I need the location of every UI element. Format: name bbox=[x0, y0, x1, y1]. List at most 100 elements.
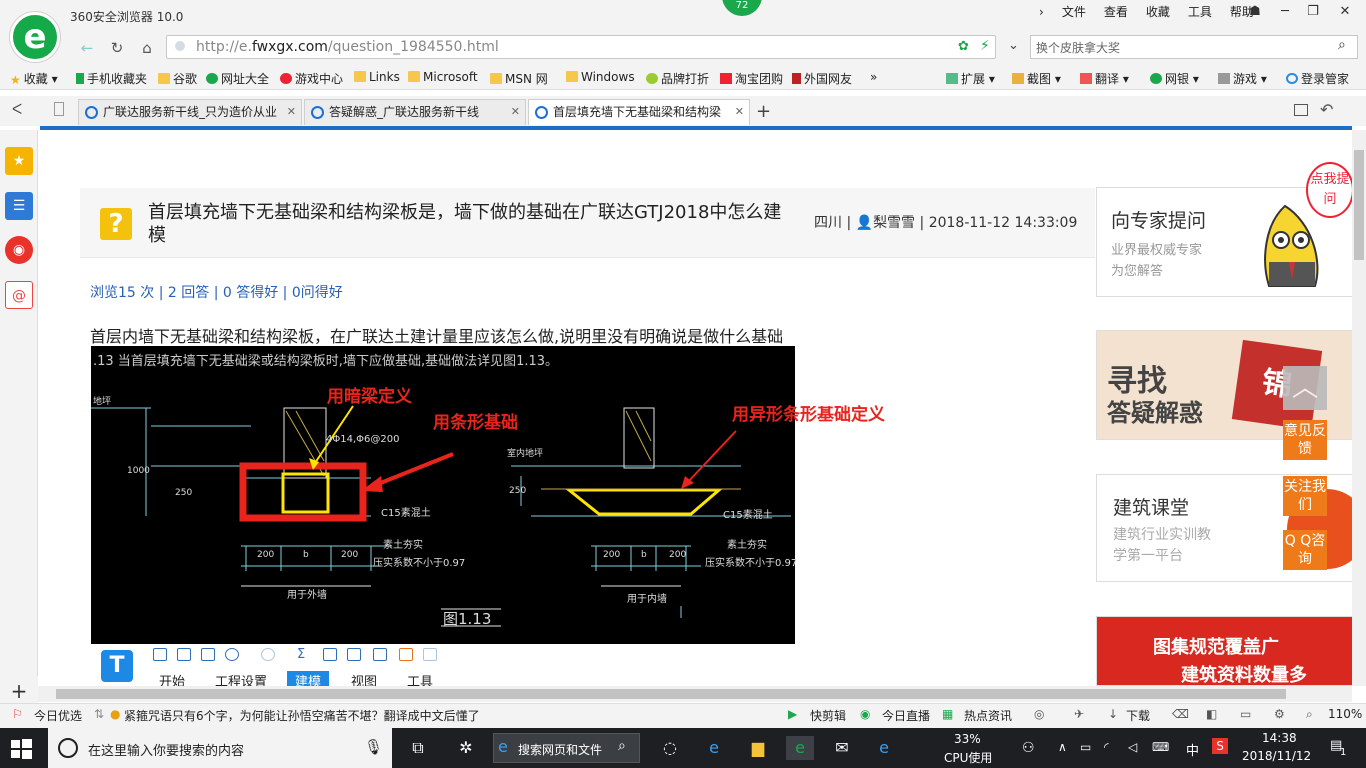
news-headline[interactable]: 紧箍咒语只有6个字，为何能让孙悟空痛苦不堪？翻译成中文后懂了 bbox=[124, 707, 480, 724]
menu-tools[interactable]: 工具 bbox=[1179, 3, 1221, 21]
tab-close-icon[interactable]: ✕ bbox=[735, 100, 744, 124]
menu-chevron-icon[interactable]: › bbox=[1030, 3, 1053, 21]
sound-icon[interactable]: ◧ bbox=[1206, 707, 1217, 721]
download-label[interactable]: 下载 bbox=[1126, 707, 1150, 724]
games-button[interactable]: 游戏 ▾ bbox=[1218, 70, 1267, 87]
sidebar-add-icon[interactable]: + bbox=[0, 676, 38, 706]
battery-icon[interactable]: ▭ bbox=[1080, 740, 1091, 754]
zoom-icon[interactable]: ⌕ bbox=[1306, 707, 1313, 722]
people-icon[interactable]: ⚇ bbox=[1022, 740, 1035, 756]
360-browser-taskbar-icon[interactable]: e bbox=[786, 736, 814, 760]
url-text[interactable]: http://e.fwxgx.com/question_1984550.html bbox=[196, 39, 499, 55]
web-search-icon[interactable]: ⌕ bbox=[618, 738, 626, 754]
weibo-icon[interactable]: ◉ bbox=[5, 236, 33, 264]
dropdown-chevron-icon[interactable]: ⌄ bbox=[1008, 38, 1019, 53]
bookmark-foreign[interactable]: 外国网友 bbox=[792, 70, 852, 87]
sogou-icon[interactable]: S bbox=[1212, 738, 1228, 754]
restore-tabs-icon[interactable] bbox=[1294, 104, 1308, 116]
speed-icon[interactable]: ◎ bbox=[1034, 707, 1044, 721]
secure-icon[interactable]: ✿ bbox=[958, 39, 969, 54]
task-view-icon[interactable]: ⧉ bbox=[404, 736, 432, 760]
mail-taskbar-icon[interactable]: ✉ bbox=[828, 736, 856, 760]
qq-consult-button[interactable]: Q Q咨询 bbox=[1283, 530, 1327, 570]
window-icon[interactable]: ▭ bbox=[1240, 707, 1251, 721]
clock-time[interactable]: 14:38 bbox=[1262, 731, 1297, 745]
login-manager-button[interactable]: 登录管家 bbox=[1286, 70, 1349, 87]
question-region[interactable]: 四川 bbox=[814, 215, 842, 231]
tab-1[interactable]: 广联达服务新干线_只为造价从业 ✕ bbox=[78, 99, 302, 125]
microphone-icon[interactable]: 🎙 bbox=[364, 738, 383, 756]
tab-list-icon[interactable] bbox=[54, 102, 64, 116]
app-spiral-icon[interactable]: ◌ bbox=[656, 736, 684, 760]
follow-us-button[interactable]: 关注我们 bbox=[1283, 476, 1327, 516]
ie-taskbar-icon[interactable]: e bbox=[700, 736, 728, 760]
quick-edit-label[interactable]: 快剪辑 bbox=[810, 707, 846, 724]
reading-list-icon[interactable]: ☰ bbox=[5, 192, 33, 220]
bookmark-hao[interactable]: 网址大全 bbox=[206, 70, 269, 87]
mail-icon[interactable]: @ bbox=[5, 281, 33, 309]
new-tab-icon[interactable]: + bbox=[756, 101, 771, 122]
search-icon[interactable]: ⌕ bbox=[1338, 37, 1346, 53]
wifi-icon[interactable]: ◜ bbox=[1104, 740, 1109, 754]
menu-favorites[interactable]: 收藏 bbox=[1137, 3, 1179, 21]
tray-up-icon[interactable]: ∧ bbox=[1058, 740, 1067, 754]
bookmark-windows[interactable]: Windows bbox=[566, 70, 635, 84]
bookmark-brand[interactable]: 品牌打折 bbox=[646, 70, 709, 87]
undo-close-icon[interactable]: ↶ bbox=[1320, 100, 1333, 119]
bookmark-msn[interactable]: MSN 网 bbox=[490, 70, 548, 87]
atlas-banner[interactable]: 图集规范覆盖广 建筑资料数量多 bbox=[1096, 616, 1352, 686]
live-label[interactable]: 今日直播 bbox=[882, 707, 930, 724]
keyboard-icon[interactable]: ⌨ bbox=[1152, 740, 1169, 754]
pinwheel-icon[interactable]: ✲ bbox=[452, 736, 480, 760]
bookmark-taobao[interactable]: 淘宝团购 bbox=[720, 70, 783, 87]
windows-start-icon[interactable] bbox=[8, 736, 34, 762]
screenshot-button[interactable]: 截图 ▾ bbox=[1012, 70, 1061, 87]
news-arrows-icon[interactable]: ⇅ bbox=[94, 707, 104, 721]
bookmark-microsoft[interactable]: Microsoft bbox=[408, 70, 478, 84]
tab-close-icon[interactable]: ✕ bbox=[287, 100, 296, 124]
favorites-star-icon[interactable]: ★ bbox=[5, 147, 33, 175]
cpu-label[interactable]: CPU使用 bbox=[944, 749, 992, 766]
menu-file[interactable]: 文件 bbox=[1053, 3, 1095, 21]
tab-2[interactable]: 答疑解惑_广联达服务新干线 ✕ bbox=[304, 99, 526, 125]
translate-button[interactable]: 翻译 ▾ bbox=[1080, 70, 1129, 87]
vertical-scroll-thumb[interactable] bbox=[1354, 150, 1364, 260]
clock-date[interactable]: 2018/11/12 bbox=[1242, 749, 1311, 763]
feedback-button[interactable]: 意见反馈 bbox=[1283, 420, 1327, 460]
question-author[interactable]: 梨雪雪 bbox=[873, 215, 915, 231]
close-button[interactable]: ✕ bbox=[1330, 0, 1360, 24]
browser-logo-icon[interactable]: e bbox=[10, 12, 60, 62]
site-info-icon[interactable] bbox=[175, 41, 185, 51]
back-icon[interactable]: ← bbox=[74, 37, 100, 59]
bookmark-favorites[interactable]: ★ 收藏 ▾ bbox=[10, 70, 58, 87]
maximize-button[interactable]: ❐ bbox=[1298, 0, 1328, 24]
zoom-level[interactable]: 110% bbox=[1328, 707, 1362, 721]
edge-taskbar-icon[interactable]: e bbox=[870, 736, 898, 760]
bookmark-links[interactable]: Links bbox=[354, 70, 400, 84]
menu-view[interactable]: 查看 bbox=[1095, 3, 1137, 21]
tools-icon[interactable]: ⚙ bbox=[1274, 707, 1285, 721]
bookmarks-more-icon[interactable]: » bbox=[870, 70, 877, 84]
pin-icon[interactable]: ✈ bbox=[1074, 707, 1084, 721]
bookmark-mobile[interactable]: 手机收藏夹 bbox=[76, 70, 147, 87]
ask-tab-button[interactable]: 点我提问 bbox=[1306, 162, 1352, 218]
tab-3-active[interactable]: 首层填充墙下无基础梁和结构梁 ✕ bbox=[528, 99, 750, 125]
clean-icon[interactable]: ⌫ bbox=[1172, 707, 1189, 721]
today-pick-label[interactable]: 今日优选 bbox=[34, 707, 82, 724]
ime-indicator[interactable]: 中 bbox=[1186, 740, 1199, 759]
tab-scroll-left-icon[interactable]: ᐸ bbox=[12, 102, 22, 118]
hot-news-label[interactable]: 热点资讯 bbox=[964, 707, 1012, 724]
minimize-button[interactable]: ─ bbox=[1270, 0, 1300, 24]
speed-mode-icon[interactable]: ⚡ bbox=[980, 38, 990, 54]
extensions-button[interactable]: 扩展 ▾ bbox=[946, 70, 995, 87]
cad-drawing-image[interactable]: .13 当首层填充墙下无基础梁或结构梁板时,墙下应做基础,基础做法详见图1.13… bbox=[91, 346, 885, 644]
file-explorer-icon[interactable]: ▆ bbox=[744, 736, 772, 760]
horizontal-scroll-thumb[interactable] bbox=[56, 689, 1286, 699]
tab-close-icon[interactable]: ✕ bbox=[511, 100, 520, 124]
online-banking-button[interactable]: 网银 ▾ bbox=[1150, 70, 1199, 87]
refresh-icon[interactable]: ↻ bbox=[104, 37, 130, 59]
bookmark-games[interactable]: 游戏中心 bbox=[280, 70, 343, 87]
home-icon[interactable]: ⌂ bbox=[134, 37, 160, 59]
back-to-top-button[interactable]: ︿ bbox=[1283, 366, 1327, 410]
volume-icon[interactable]: ◁ bbox=[1128, 740, 1137, 754]
